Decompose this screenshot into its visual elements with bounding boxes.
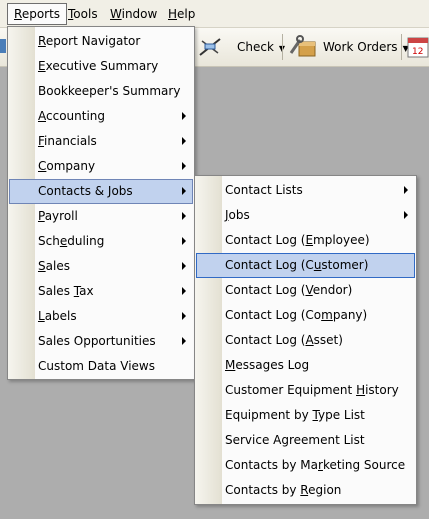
contacts-jobs-item-label: Jobs xyxy=(225,208,250,222)
reports-menu: Report Navigator Executive Summary Bookkee… xyxy=(7,26,195,380)
reports-menu-item-label: Contacts & Jobs xyxy=(38,184,133,198)
contacts-jobs-item-contact-log-employee[interactable]: Contact Log (Employee) xyxy=(197,228,414,253)
contacts-jobs-item-customer-equipment-history[interactable]: Customer Equipment History xyxy=(197,378,414,403)
menu-tools-rest: ools xyxy=(73,7,98,21)
reports-menu-item-financials[interactable]: Financials xyxy=(10,129,192,154)
reports-menu-item-labels[interactable]: Labels xyxy=(10,304,192,329)
menu-help[interactable]: Help xyxy=(162,4,201,24)
submenu-arrow-icon xyxy=(404,211,408,219)
reports-menu-item-label: Bookkeeper's Summary xyxy=(38,84,181,98)
reports-menu-item-label: Payroll xyxy=(38,209,78,223)
reports-menu-item-label: Scheduling xyxy=(38,234,105,248)
contacts-jobs-item-label: Customer Equipment History xyxy=(225,383,399,397)
menu-reports-mnemonic: R xyxy=(14,7,22,21)
menu-help-rest: elp xyxy=(177,7,196,21)
submenu-arrow-icon xyxy=(182,237,186,245)
submenu-arrow-icon xyxy=(182,137,186,145)
menu-reports[interactable]: Reports xyxy=(7,3,68,25)
reports-menu-item-label: Executive Summary xyxy=(38,59,159,73)
contacts-jobs-item-contacts-by-region[interactable]: Contacts by Region xyxy=(197,478,414,503)
reports-menu-item-sales[interactable]: Sales xyxy=(10,254,192,279)
work-orders-label: Work Orders xyxy=(323,40,398,54)
contacts-jobs-item-contact-log-customer[interactable]: Contact Log (Customer) xyxy=(196,253,415,278)
contacts-jobs-item-contact-lists[interactable]: Contact Lists xyxy=(197,178,414,203)
reports-menu-item-bookkeeper-s-summary[interactable]: Bookkeeper's Summary xyxy=(10,79,192,104)
reports-menu-item-label: Financials xyxy=(38,134,97,148)
contacts-jobs-item-contacts-by-marketing-source[interactable]: Contacts by Marketing Source xyxy=(197,453,414,478)
reports-menu-item-label: Report Navigator xyxy=(38,34,141,48)
contacts-jobs-item-service-agreement-list[interactable]: Service Agreement List xyxy=(197,428,414,453)
submenu-arrow-icon xyxy=(182,187,186,195)
reports-menu-item-scheduling[interactable]: Scheduling xyxy=(10,229,192,254)
contacts-jobs-submenu: Contact Lists Jobs Contact Log (Employee) C… xyxy=(194,175,417,505)
contacts-jobs-item-jobs[interactable]: Jobs xyxy=(197,203,414,228)
reports-menu-item-label: Labels xyxy=(38,309,77,323)
reports-menu-item-accounting[interactable]: Accounting xyxy=(10,104,192,129)
reports-menu-item-label: Sales xyxy=(38,259,70,273)
submenu-arrow-icon xyxy=(182,212,186,220)
contacts-jobs-item-label: Contacts by Region xyxy=(225,483,342,497)
reports-menu-item-label: Sales Tax xyxy=(38,284,94,298)
toolbar-separator-2 xyxy=(401,34,402,60)
contacts-jobs-item-equipment-by-type-list[interactable]: Equipment by Type List xyxy=(197,403,414,428)
work-orders-button[interactable]: Work Orders ▼ xyxy=(323,34,409,60)
reports-menu-item-label: Sales Opportunities xyxy=(38,334,156,348)
menu-window[interactable]: Window xyxy=(104,4,163,24)
menu-bar: Reports Tools Window Help xyxy=(0,0,429,28)
reports-menu-item-sales-tax[interactable]: Sales Tax xyxy=(10,279,192,304)
submenu-arrow-icon xyxy=(182,112,186,120)
contacts-jobs-item-label: Contact Lists xyxy=(225,183,303,197)
submenu-arrow-icon xyxy=(182,162,186,170)
reports-menu-item-company[interactable]: Company xyxy=(10,154,192,179)
reports-menu-item-contacts-jobs[interactable]: Contacts & Jobs xyxy=(9,179,193,204)
reports-menu-item-label: Custom Data Views xyxy=(38,359,155,373)
submenu-arrow-icon xyxy=(182,262,186,270)
reports-menu-item-sales-opportunities[interactable]: Sales Opportunities xyxy=(10,329,192,354)
contacts-jobs-item-label: Contacts by Marketing Source xyxy=(225,458,406,472)
contacts-jobs-item-contact-log-vendor[interactable]: Contact Log (Vendor) xyxy=(197,278,414,303)
contacts-jobs-item-label: Messages Log xyxy=(225,358,310,372)
work-orders-icon[interactable] xyxy=(288,33,316,59)
reports-menu-item-label: Company xyxy=(38,159,96,173)
reports-menu-item-custom-data-views[interactable]: Custom Data Views xyxy=(10,354,192,379)
menu-tools[interactable]: Tools xyxy=(62,4,104,24)
calendar-icon[interactable]: 12 xyxy=(405,33,429,59)
menu-reports-rest: eports xyxy=(21,7,61,21)
menu-window-mnemonic: W xyxy=(110,7,122,21)
contacts-jobs-item-label: Contact Log (Asset) xyxy=(225,333,343,347)
calendar-day: 12 xyxy=(412,47,423,57)
menu-help-mnemonic: H xyxy=(168,7,178,21)
menu-window-rest: indow xyxy=(121,7,158,21)
contacts-jobs-item-label: Service Agreement List xyxy=(225,433,365,447)
contacts-jobs-item-label: Contact Log (Vendor) xyxy=(225,283,353,297)
submenu-arrow-icon xyxy=(404,186,408,194)
contacts-jobs-item-label: Contact Log (Customer) xyxy=(225,258,369,272)
check-button[interactable]: Check▼ xyxy=(237,34,285,60)
contacts-jobs-item-contact-log-company[interactable]: Contact Log (Company) xyxy=(197,303,414,328)
reports-menu-item-report-navigator[interactable]: Report Navigator xyxy=(10,29,192,54)
contacts-jobs-item-messages-log[interactable]: Messages Log xyxy=(197,353,414,378)
contacts-jobs-item-label: Contact Log (Company) xyxy=(225,308,368,322)
check-label: Check xyxy=(237,40,274,54)
check-icon[interactable] xyxy=(196,33,224,59)
reports-menu-item-payroll[interactable]: Payroll xyxy=(10,204,192,229)
contacts-jobs-item-contact-log-asset[interactable]: Contact Log (Asset) xyxy=(197,328,414,353)
contacts-jobs-item-label: Equipment by Type List xyxy=(225,408,365,422)
contacts-jobs-item-label: Contact Log (Employee) xyxy=(225,233,370,247)
submenu-arrow-icon xyxy=(182,337,186,345)
reports-menu-item-label: Accounting xyxy=(38,109,106,123)
toolbar-separator xyxy=(282,34,283,60)
submenu-arrow-icon xyxy=(182,287,186,295)
submenu-arrow-icon xyxy=(182,312,186,320)
reports-menu-item-executive-summary[interactable]: Executive Summary xyxy=(10,54,192,79)
